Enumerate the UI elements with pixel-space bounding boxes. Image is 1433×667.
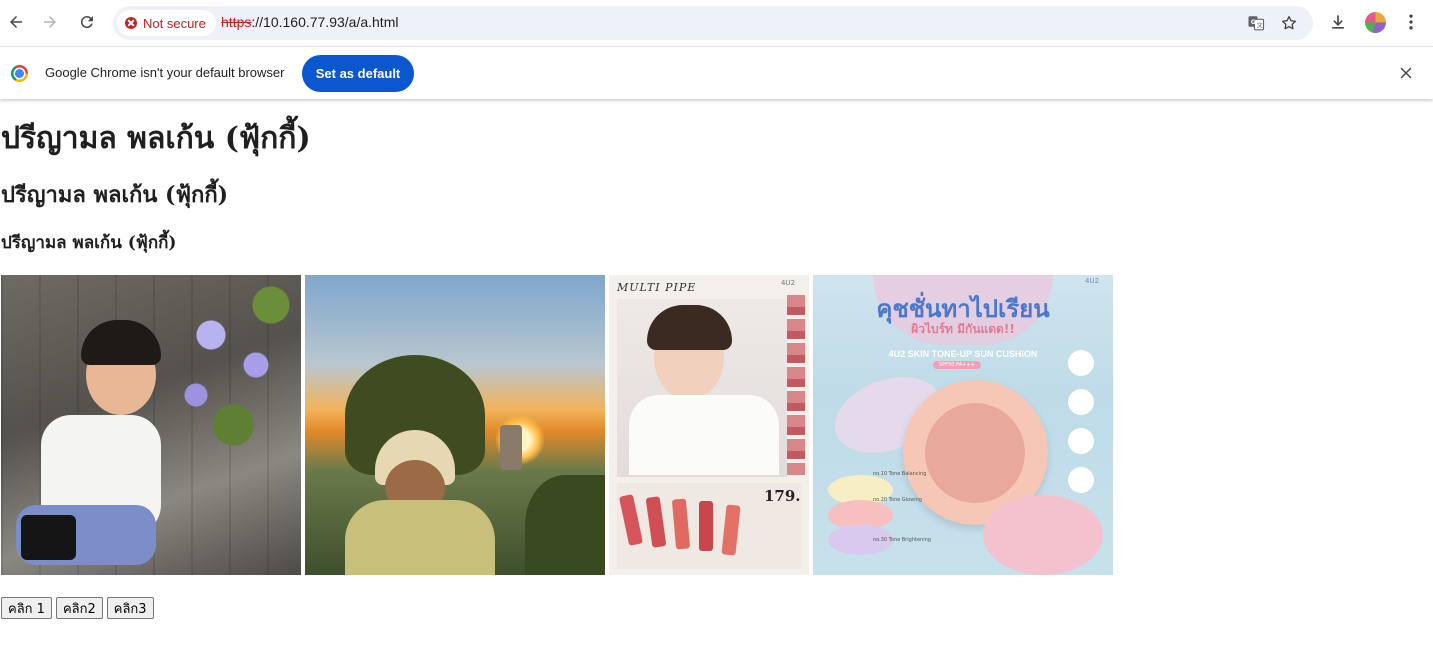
infobar-message: Google Chrome isn't your default browser (45, 65, 285, 80)
security-label: Not secure (143, 15, 206, 31)
photo-sunset-selfie (305, 275, 605, 575)
not-secure-icon (125, 17, 137, 29)
ad-headline: MULTI PIPE (617, 281, 697, 294)
menu-button[interactable] (1398, 9, 1424, 35)
ad-price: 179. (764, 487, 801, 505)
ad-shade-2: no.20 Tone Glowing (873, 497, 922, 503)
download-icon (1332, 15, 1344, 29)
ad-spf-badge: SPF50 PA+++ (933, 361, 981, 369)
translate-button[interactable]: G 文 (1246, 13, 1266, 33)
chrome-logo-icon (11, 65, 28, 82)
infobar-close-button[interactable] (1396, 63, 1416, 83)
security-chip[interactable]: Not secure (117, 10, 216, 36)
page-heading-2: ปรีญามล พลเก้น (ฟุ้กกี้) (1, 182, 229, 208)
url-path: ://10.160.77.93/a/a.html (251, 14, 399, 30)
ad-shade-3: no.30 Tone Brightening (873, 537, 931, 543)
back-button[interactable] (1, 7, 31, 37)
menu-icon (1409, 14, 1413, 30)
ad-brand: 4U2 (1085, 277, 1100, 285)
url-scheme: https (221, 14, 252, 30)
browser-toolbar: Not secure https://10.160.77.93/a/a.html… (0, 0, 1433, 46)
url-text[interactable]: https://10.160.77.93/a/a.html (221, 14, 398, 30)
click-button-3[interactable]: คลิก3 (106, 597, 154, 619)
profile-avatar[interactable] (1365, 12, 1386, 33)
ad-shade-1: no.10 Tone Balancing (873, 471, 927, 477)
bookmark-button[interactable] (1279, 13, 1299, 33)
close-icon (1400, 67, 1412, 79)
page-heading-1: ปรีญามล พลเก้น (ฟุ้กกี้) (1, 121, 311, 156)
svg-text:文: 文 (1257, 22, 1263, 30)
bookmark-star-icon (1281, 15, 1297, 30)
click-button-2[interactable]: คลิก2 (55, 597, 103, 619)
default-browser-infobar: Google Chrome isn't your default browser… (0, 46, 1433, 99)
translate-icon: G 文 (1248, 16, 1265, 31)
svg-text:G: G (1251, 19, 1256, 26)
photo-cushion-ad: คุชชั่นทาไปเรียน 4U2 ผิวไบร์ท มีกันแดด!!… (813, 275, 1113, 575)
downloads-button[interactable] (1325, 9, 1351, 35)
click-button-1[interactable]: คลิก 1 (1, 597, 52, 619)
reload-icon (80, 16, 93, 29)
address-bar[interactable]: Not secure https://10.160.77.93/a/a.html… (113, 6, 1313, 40)
reload-button[interactable] (72, 7, 102, 37)
button-row: คลิก 1 คลิก2 คลิก3 (1, 597, 154, 619)
back-icon (10, 16, 22, 28)
ad-subheadline: ผิวไบร์ท มีกันแดด!! (911, 322, 1015, 336)
photo-girl-with-flowers (1, 275, 301, 575)
page-heading-3: ปรีญามล พลเก้น (ฟุ้กกี้) (1, 233, 177, 253)
forward-button[interactable] (35, 7, 65, 37)
forward-icon (44, 16, 56, 28)
photo-multi-pipe-ad: MULTI PIPE 4U2 179. (609, 275, 809, 575)
set-as-default-button[interactable]: Set as default (302, 55, 414, 92)
ad-brand: 4U2 (781, 279, 796, 287)
